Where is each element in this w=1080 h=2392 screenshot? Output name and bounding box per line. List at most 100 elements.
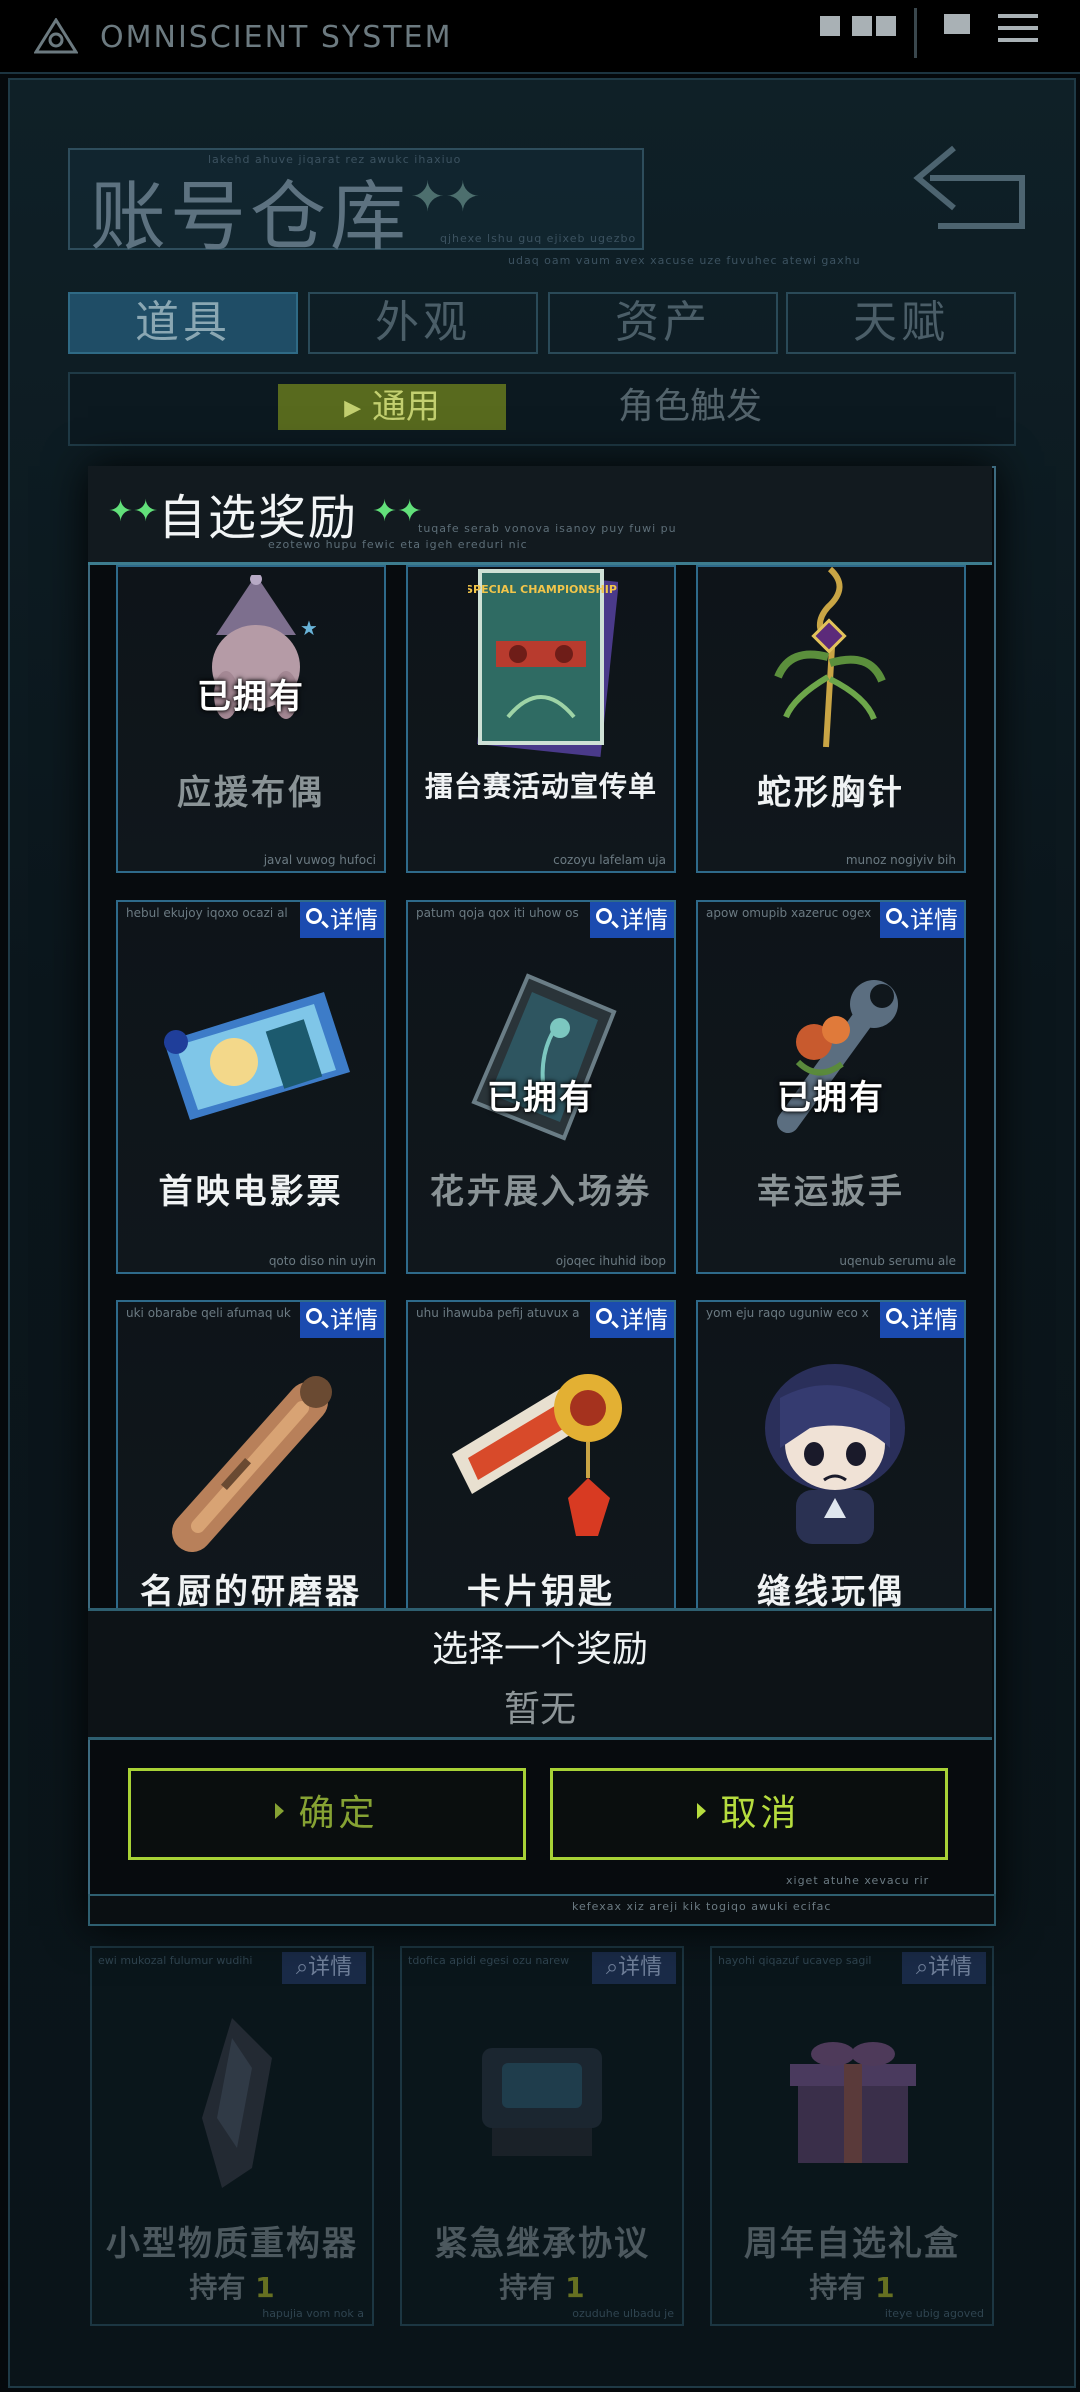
deco-code: hebul ekujoy iqoxo ocazi al (126, 906, 288, 920)
inheritance-protocol-icon (482, 2048, 602, 2156)
deco-code: tdofica apidi egesi ozu narew (408, 1954, 570, 1967)
deco-code: qjhexe lshu guq ejixeb ugezbo (440, 232, 637, 245)
page-title: 账号仓库 (90, 172, 410, 261)
deco-code: lakehd ahuve jiqarat rez awukc ihaxiuo (208, 153, 462, 166)
deco-code: munoz nogiyiv bih (845, 853, 956, 867)
deco-code: udaq oam vaum avex xacuse uze fuvuhec at… (508, 254, 861, 267)
subtab-role-trigger[interactable]: 角色触发 (540, 384, 840, 430)
reward-name: 卡片钥匙 (467, 1572, 615, 1612)
selection-label: 选择一个奖励 (431, 1629, 648, 1670)
owned-badge: 已拥有 (487, 1078, 595, 1118)
reward-name: 缝线玩偶 (757, 1572, 905, 1612)
play-triangle-icon (697, 1803, 707, 1819)
omniscient-logo-icon (34, 18, 78, 54)
cancel-button[interactable]: 取消 (550, 1768, 948, 1860)
bg-item-card[interactable]: tdofica apidi egesi ozu narew ⌕详情 紧急继承协议… (400, 1946, 684, 2326)
deco-code: javal vuwog hufoci (263, 853, 376, 867)
reward-card[interactable]: ★ 已拥有 应援布偶 javal vuwog hufoci (116, 565, 386, 873)
deco-code: ezotewo hupu fewic eta igeh ereduri nic (268, 538, 528, 551)
app-name: OMNISCIENT SYSTEM (100, 20, 453, 55)
back-button[interactable] (910, 138, 1032, 232)
deco-code: kefexax xiz areji kik togiqo awuki ecifa… (572, 1900, 832, 1913)
deco-code: ojoqec ihuhid ibop (555, 1254, 666, 1268)
magnifier-icon (886, 1308, 902, 1324)
deco-code: xiget atuhe xevacu rir (786, 1874, 930, 1887)
championship-flyer-icon: SPECIAL CHAMPIONSHIP (468, 569, 618, 757)
bg-item-card[interactable]: hayohi qiqazuf ucavep sagil ⌕详情 周年自选礼盒 持… (710, 1946, 994, 2326)
confirm-button[interactable]: 确定 (128, 1768, 526, 1860)
snake-brooch-icon (774, 567, 886, 748)
deco-code: hayohi qiqazuf ucavep sagil (718, 1954, 872, 1967)
deco-code: tuqafe serab vonova isanoy puy fuwi pu (418, 522, 677, 535)
menu-icon[interactable] (998, 14, 1038, 44)
deco-code: yom eju raqo uguniw eco x (706, 1306, 869, 1320)
status-divider (914, 8, 917, 58)
reward-card[interactable]: yom eju raqo uguniw eco x 详情 缝线玩偶 (696, 1300, 966, 1612)
deco-code: iteye ubig agoved (884, 2307, 984, 2320)
detail-button[interactable]: 详情 (880, 1302, 964, 1338)
sparkle-icon: ✦✦ (410, 172, 481, 221)
magnifier-icon (306, 908, 322, 924)
deco-code: cozoyu lafelam uja (553, 853, 666, 867)
reward-name: 幸运扳手 (757, 1172, 905, 1212)
detail-button[interactable]: ⌕详情 (902, 1952, 986, 1984)
detail-button[interactable]: 详情 (590, 1302, 674, 1338)
battery-icon (876, 16, 896, 36)
deco-code: hapujia vom nok a (262, 2307, 364, 2320)
item-count: 持有 1 (499, 2271, 585, 2304)
tab-talents[interactable]: 天赋 (786, 292, 1016, 354)
bg-item-card[interactable]: ewi mukozal fulumur wudihi ⌕详情 小型物质重构器 持… (90, 1946, 374, 2326)
matter-reconstructor-icon (202, 2018, 272, 2188)
item-count: 持有 1 (809, 2271, 895, 2304)
signal-icon (820, 16, 840, 36)
stitched-doll-icon (765, 1364, 905, 1544)
flyer-text: SPECIAL CHAMPIONSHIP (468, 583, 617, 596)
reward-name: 应援布偶 (177, 773, 325, 813)
magnifier-icon (596, 1308, 612, 1324)
reward-card[interactable]: SPECIAL CHAMPIONSHIP 擂台赛活动宣传单 cozoyu laf… (406, 565, 676, 873)
deco-code: ozuduhe ulbadu je (572, 2307, 674, 2320)
magnifier-icon (306, 1308, 322, 1324)
reward-name: 花卉展入场券 (430, 1172, 652, 1212)
movie-ticket-icon (164, 992, 350, 1120)
reward-name: 首映电影票 (158, 1172, 344, 1212)
deco-code: uki obarabe qeli afumaq uk (126, 1306, 291, 1320)
deco-code: uqenub serumu ale (839, 1254, 956, 1268)
detail-button[interactable]: 详情 (300, 902, 384, 938)
reward-name: 名厨的研磨器 (140, 1572, 362, 1612)
reward-name: 擂台赛活动宣传单 (424, 770, 657, 803)
deco-code: ewi mukozal fulumur wudihi (98, 1954, 253, 1967)
magnifier-icon (596, 908, 612, 924)
detail-button[interactable]: 详情 (880, 902, 964, 938)
reward-card[interactable]: apow omupib xazeruc ogex 详情 已拥有 幸运扳手 uqe… (696, 900, 966, 1274)
item-count: 持有 1 (189, 2271, 275, 2304)
reward-card[interactable]: hebul ekujoy iqoxo ocazi al 详情 首映电影票 qot… (116, 900, 386, 1274)
deco-code: apow omupib xazeruc ogex (706, 906, 872, 920)
subtab-general-label: 通用 (371, 387, 440, 427)
wifi-icon (852, 16, 872, 36)
detail-button[interactable]: 详情 (300, 1302, 384, 1338)
sparkle-icon: ✦✦ (108, 494, 159, 529)
owned-badge: 已拥有 (197, 677, 305, 717)
reward-card[interactable]: uki obarabe qeli afumaq uk 详情 名厨的研磨器 (116, 1300, 386, 1612)
card-key-icon (452, 1374, 622, 1536)
selection-value: 暂无 (503, 1689, 576, 1730)
detail-button[interactable]: ⌕详情 (592, 1952, 676, 1984)
tab-assets[interactable]: 资产 (548, 292, 778, 354)
reward-card[interactable]: patum qoja qox iti uhow os 详情 已拥有 花卉展入场券… (406, 900, 676, 1274)
sparkle-icon: ✦✦ (372, 494, 423, 529)
reward-card[interactable]: 蛇形胸针 munoz nogiyiv bih (696, 565, 966, 873)
subtab-general[interactable]: ▸ 通用 (278, 384, 506, 430)
gift-box-icon (790, 2042, 916, 2163)
play-triangle-icon (275, 1803, 285, 1819)
detail-button[interactable]: 详情 (590, 902, 674, 938)
deco-code: qoto diso nin uyin (268, 1254, 376, 1268)
tab-appearance[interactable]: 外观 (308, 292, 538, 354)
screenshot-icon[interactable] (944, 14, 970, 34)
deco-code: uhu ihawuba pefij atuvux a (416, 1306, 580, 1320)
reward-name: 蛇形胸针 (757, 773, 905, 813)
owned-badge: 已拥有 (777, 1078, 885, 1118)
reward-card[interactable]: uhu ihawuba pefij atuvux a 详情 卡片钥匙 (406, 1300, 676, 1612)
detail-button[interactable]: ⌕详情 (282, 1952, 366, 1984)
tab-items[interactable]: 道具 (68, 292, 298, 354)
